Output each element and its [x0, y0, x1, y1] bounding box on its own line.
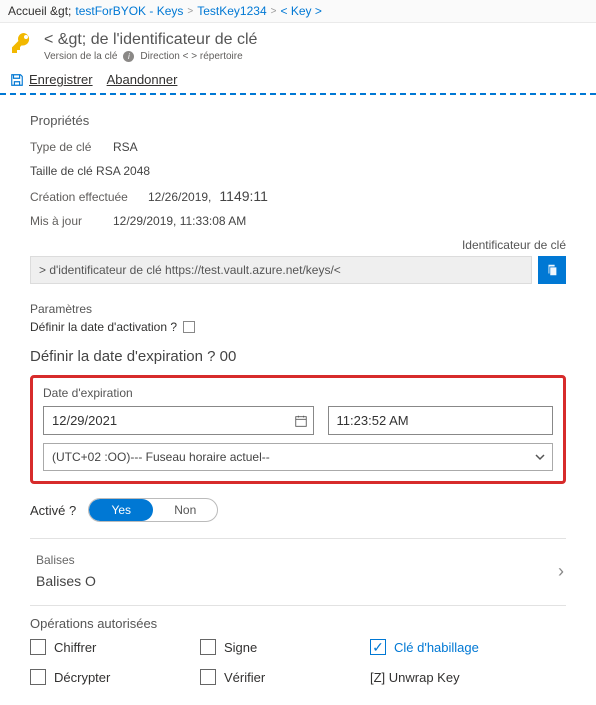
- command-bar: Enregistrer Abandonner: [0, 68, 596, 93]
- settings-heading: Paramètres: [30, 302, 566, 316]
- breadcrumb-home[interactable]: Accueil &gt;: [8, 4, 71, 18]
- discard-button[interactable]: Abandonner: [107, 72, 178, 87]
- expiration-panel: Date d'expiration (UTC+02 :OO)--- Fuseau…: [30, 375, 566, 484]
- op-encrypt[interactable]: Chiffrer: [30, 639, 200, 655]
- updated-label: Mis à jour: [30, 214, 105, 228]
- activation-checkbox[interactable]: [183, 321, 195, 333]
- keytype-label: Type de clé: [30, 140, 105, 154]
- chevron-down-icon: [534, 451, 546, 463]
- breadcrumb: Accueil &gt; testForBYOK - Keys > TestKe…: [0, 0, 596, 23]
- op-sign[interactable]: Signe: [200, 639, 370, 655]
- timezone-select[interactable]: (UTC+02 :OO)--- Fuseau horaire actuel--: [43, 443, 553, 471]
- header-sub2: Direction < > répertoire: [140, 51, 242, 62]
- created-label: Création effectuée: [30, 190, 140, 204]
- identifier-field[interactable]: > d'identificateur de clé https://test.v…: [30, 256, 532, 284]
- created-date: 12/26/2019,: [148, 190, 211, 204]
- expiration-label: Date d'expiration: [43, 386, 553, 400]
- header-sub1: Version de la clé: [44, 51, 117, 62]
- enabled-toggle[interactable]: Yes Non: [88, 498, 218, 522]
- info-icon[interactable]: i: [123, 51, 134, 62]
- op-verify[interactable]: Vérifier: [200, 669, 370, 685]
- expiration-date-input[interactable]: [43, 406, 314, 435]
- op-unwrap[interactable]: [Z] Unwrap Key: [370, 669, 566, 685]
- save-button[interactable]: Enregistrer: [10, 72, 93, 87]
- enabled-label: Activé ?: [30, 503, 76, 518]
- chevron-right-icon: >: [187, 6, 193, 17]
- tags-row[interactable]: Balises Balises O ›: [30, 549, 566, 599]
- properties-heading: Propriétés: [30, 113, 566, 128]
- checkbox-icon: [30, 639, 46, 655]
- created-time: 1149:11: [219, 188, 268, 204]
- toggle-yes[interactable]: Yes: [89, 499, 153, 521]
- page-title: < &gt; de l'identificateur de clé: [44, 31, 257, 49]
- breadcrumb-vault[interactable]: testForBYOK - Keys: [75, 4, 183, 18]
- key-icon: [10, 31, 34, 55]
- updated-value: 12/29/2019, 11:33:08 AM: [113, 214, 246, 228]
- op-decrypt[interactable]: Décrypter: [30, 669, 200, 685]
- activation-label: Définir la date d'activation ?: [30, 320, 177, 334]
- checkbox-icon: [200, 669, 216, 685]
- tags-heading: Balises: [36, 553, 96, 567]
- checkbox-icon: [30, 669, 46, 685]
- expiration-question: Définir la date d'expiration ? 00: [30, 348, 566, 365]
- copy-icon: [545, 263, 559, 277]
- checkbox-checked-icon: ✓: [370, 639, 386, 655]
- identifier-heading: Identificateur de clé: [30, 238, 566, 252]
- tags-value: Balises O: [36, 573, 96, 589]
- divider: [30, 538, 566, 539]
- chevron-right-icon: >: [271, 6, 277, 17]
- calendar-icon[interactable]: [294, 414, 308, 428]
- chevron-right-icon: ›: [558, 561, 564, 582]
- breadcrumb-version[interactable]: < Key >: [280, 4, 321, 18]
- expiration-time-input[interactable]: [328, 406, 553, 435]
- operations-heading: Opérations autorisées: [30, 616, 566, 631]
- op-wrap[interactable]: ✓ Clé d'habillage: [370, 639, 566, 655]
- copy-button[interactable]: [538, 256, 566, 284]
- keytype-value: RSA: [113, 140, 138, 154]
- checkbox-icon: [200, 639, 216, 655]
- keysize-value: Taille de clé RSA 2048: [30, 164, 150, 178]
- divider: [30, 605, 566, 606]
- save-icon: [10, 73, 24, 87]
- breadcrumb-key[interactable]: TestKey1234: [197, 4, 266, 18]
- page-header: < &gt; de l'identificateur de clé Versio…: [0, 23, 596, 68]
- toggle-no[interactable]: Non: [153, 499, 217, 521]
